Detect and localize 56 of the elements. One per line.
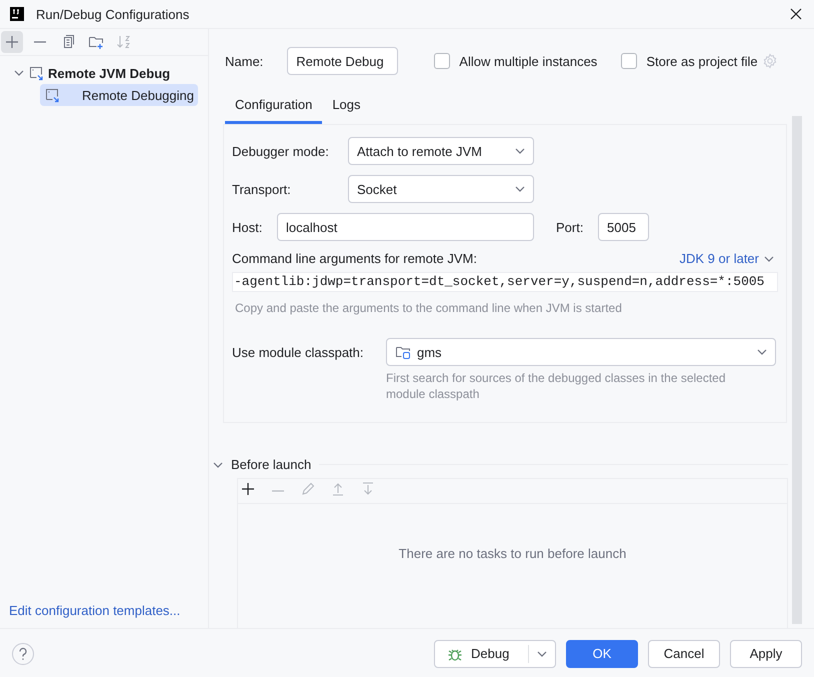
help-button[interactable] bbox=[12, 642, 34, 664]
field-label: Host: bbox=[232, 220, 264, 234]
field-label: Command line arguments for remote JVM: bbox=[232, 251, 477, 266]
dialog-button[interactable]: Apply bbox=[730, 640, 802, 668]
dropdown[interactable]: Socket bbox=[348, 175, 534, 203]
folder-plus-icon bbox=[88, 34, 104, 50]
pencil-icon bbox=[300, 481, 316, 497]
move-up-icon bbox=[330, 481, 346, 497]
name-field[interactable]: Remote Debug bbox=[287, 47, 398, 75]
add-icon bbox=[4, 34, 20, 50]
jdk-version-link[interactable]: JDK 9 or later bbox=[680, 251, 774, 266]
run-config-icon bbox=[28, 65, 44, 81]
help-icon bbox=[18, 646, 28, 660]
checkbox[interactable] bbox=[621, 53, 638, 69]
checkbox-label: Store as project file bbox=[646, 54, 758, 68]
app-logo-icon bbox=[10, 7, 24, 21]
tree-item[interactable]: Remote JVM Debug bbox=[10, 62, 198, 84]
close-button[interactable] bbox=[788, 6, 804, 22]
name-label: Name: bbox=[225, 54, 264, 68]
port-field[interactable]: 5005 bbox=[598, 213, 649, 241]
chevron-down-icon bbox=[515, 186, 525, 192]
field-label: Port: bbox=[556, 220, 584, 234]
ok-button[interactable]: OK bbox=[566, 640, 638, 668]
section-title[interactable]: Before launch bbox=[231, 457, 312, 472]
chevron-down-icon bbox=[757, 349, 767, 355]
dialog-button[interactable]: Cancel bbox=[648, 640, 720, 668]
dropdown[interactable]: gms bbox=[386, 338, 776, 366]
run-config-icon bbox=[44, 87, 60, 103]
hint-text: First search for sources of the debugged classes in the selected module classpath bbox=[386, 370, 727, 402]
field-label: Transport: bbox=[232, 182, 292, 196]
checkbox[interactable] bbox=[434, 53, 450, 69]
gear-icon bbox=[762, 53, 778, 69]
dropdown[interactable]: Attach to remote JVM bbox=[348, 137, 534, 165]
scrollbar[interactable] bbox=[792, 116, 802, 624]
field-label: Use module classpath: bbox=[232, 344, 365, 360]
chevron-down-icon bbox=[515, 148, 525, 154]
debug-button[interactable]: Debug bbox=[434, 640, 556, 668]
close-icon bbox=[790, 8, 802, 20]
checkbox-label: Allow multiple instances bbox=[459, 54, 598, 68]
add-icon bbox=[240, 481, 256, 497]
command-line-field[interactable]: -agentlib:jdwp=transport=dt_socket,server=y,suspend=n,address=*:5005 bbox=[232, 272, 778, 292]
edit-templates-link[interactable]: Edit configuration templates... bbox=[0, 603, 208, 628]
tree-item[interactable]: Remote Debugging bbox=[40, 84, 198, 106]
hint-text: Copy and paste the arguments to the command line when JVM is started bbox=[235, 300, 623, 316]
module-folder-icon bbox=[395, 344, 411, 360]
tab[interactable]: Configuration bbox=[225, 91, 322, 124]
tab[interactable]: Logs bbox=[322, 91, 371, 124]
chevron-down-icon bbox=[14, 70, 24, 76]
toolbar-button[interactable] bbox=[1, 31, 23, 53]
empty-message: There are no tasks to run before launch bbox=[398, 546, 626, 563]
field-label: Debugger mode: bbox=[232, 144, 330, 158]
sort-icon bbox=[116, 34, 132, 50]
window-title: Run/Debug Configurations bbox=[36, 6, 190, 22]
move-down-icon bbox=[360, 481, 376, 497]
chevron-down-icon bbox=[764, 256, 774, 262]
host-field[interactable]: localhost bbox=[277, 213, 534, 241]
